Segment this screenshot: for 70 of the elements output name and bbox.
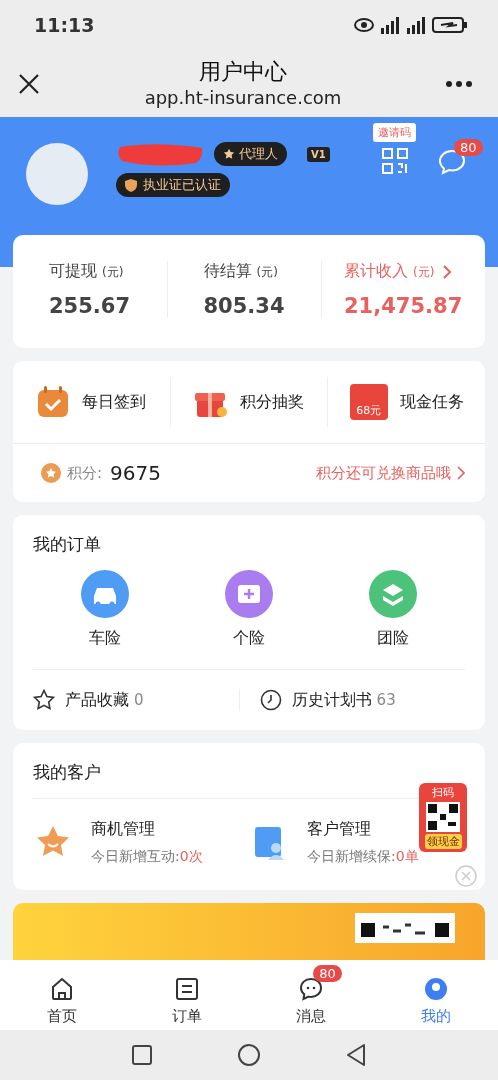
section-title: 我的订单 — [32, 533, 102, 556]
order-type-label: 团险 — [377, 628, 409, 649]
order-type-icon[interactable] — [81, 570, 129, 618]
star-icon — [223, 148, 235, 160]
qr-code-icon — [426, 802, 460, 832]
promo-sticker[interactable]: 扫码 领现金 — [419, 783, 467, 852]
customer-item-caption: 今日新增续保:0单 — [307, 848, 419, 866]
eye-icon — [354, 18, 374, 32]
earnings-value: 21,475.87 — [344, 294, 464, 318]
earnings-label: 累计收入 (元) — [344, 261, 435, 282]
promo-top-label: 扫码 — [432, 785, 454, 800]
qr-code-icon[interactable] — [381, 148, 408, 174]
chevron-right-icon[interactable] — [442, 263, 453, 280]
task-item[interactable]: 积分抽奖 — [169, 377, 328, 427]
role-label: 代理人 — [239, 145, 278, 163]
signal-icon — [406, 16, 426, 34]
qr-code-icon — [355, 913, 455, 943]
task-label: 积分抽奖 — [240, 391, 304, 413]
certified-badge: 执业证已认证 — [116, 173, 230, 197]
earnings-value: 255.67 — [49, 294, 132, 318]
order-type-icon[interactable] — [369, 570, 417, 618]
home-icon — [50, 976, 75, 1001]
page-url: app.ht-insurance.com — [144, 85, 342, 110]
order-type-label: 个险 — [233, 628, 265, 649]
star-icon — [33, 689, 55, 711]
earnings-label: 可提现 (元) — [49, 261, 124, 282]
more-icon[interactable] — [446, 79, 472, 88]
tab[interactable]: 订单 — [124, 964, 249, 1026]
clock-icon — [259, 689, 282, 711]
chevron-right-icon[interactable] — [457, 466, 465, 480]
promo-banner[interactable] — [13, 903, 485, 960]
message-count-badge: 80 — [454, 139, 483, 156]
task-label: 现金任务 — [399, 391, 464, 413]
points-label: 积分: — [67, 463, 103, 483]
task-item[interactable]: 每日签到 — [13, 377, 170, 427]
battery-icon — [432, 17, 468, 33]
section-title: 我的客户 — [32, 761, 102, 784]
earnings-value: 805.34 — [203, 294, 286, 318]
order-link[interactable]: 历史计划书 63 — [291, 689, 396, 711]
points-value: 9675 — [110, 461, 162, 485]
earnings-label: 待结算 (元) — [203, 261, 278, 282]
page-title: 用户中心 — [199, 57, 287, 86]
order-type-icon[interactable] — [225, 570, 273, 618]
user-icon — [423, 976, 448, 1001]
invite-code-label: 邀请码 — [373, 123, 416, 142]
tab[interactable]: 我的 — [373, 964, 498, 1026]
points-icon — [41, 463, 61, 483]
order-type-label: 车险 — [89, 628, 121, 649]
task-item[interactable]: 68元 现金任务 — [327, 377, 485, 427]
message-count-badge: 80 — [313, 964, 342, 982]
tab[interactable]: 首页 — [0, 964, 125, 1026]
customer-item-caption: 今日新增互动:0次 — [91, 848, 203, 866]
list-icon — [174, 976, 199, 1001]
customer-item-title[interactable]: 商机管理 — [91, 819, 203, 840]
status-time: 11:13 — [34, 14, 95, 36]
price-tag: 68元 — [356, 403, 382, 420]
redeem-link[interactable]: 积分还可兑换商品哦 — [316, 463, 451, 483]
calendar-icon — [36, 385, 71, 419]
customer-item-title[interactable]: 客户管理 — [307, 819, 419, 840]
signal-icon — [380, 16, 400, 34]
task-label: 每日签到 — [82, 391, 147, 413]
level-badge: V1 — [307, 146, 330, 162]
recent-apps-icon[interactable] — [132, 1045, 152, 1065]
chat-icon — [299, 976, 324, 1001]
order-link[interactable]: 产品收藏 0 — [65, 689, 144, 711]
close-icon[interactable] — [18, 72, 40, 95]
promo-label: 领现金 — [424, 834, 462, 849]
back-icon[interactable] — [346, 1044, 366, 1066]
tab[interactable]: 80 消息 — [249, 964, 374, 1026]
home-circle-icon[interactable] — [238, 1044, 260, 1066]
